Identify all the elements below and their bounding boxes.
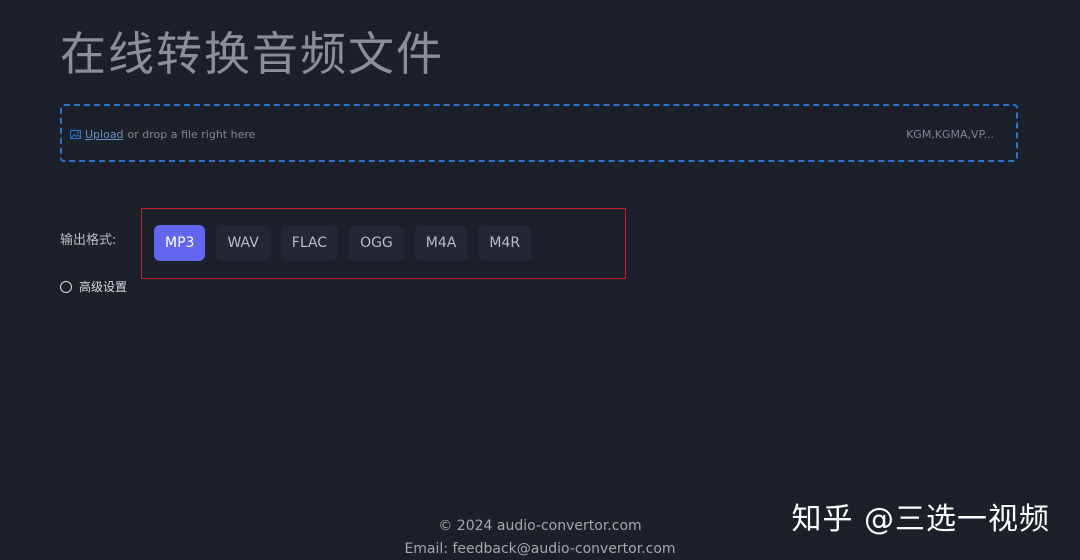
format-button-mp3[interactable]: MP3 <box>154 225 206 261</box>
supported-formats-hint: KGM,KGMA,VP... <box>906 128 994 141</box>
output-format-label: 输出格式: <box>60 233 117 248</box>
page-title: 在线转换音频文件 <box>60 27 444 81</box>
advanced-settings-toggle[interactable]: 高级设置 <box>60 278 127 295</box>
format-button-m4a[interactable]: M4A <box>414 225 468 261</box>
format-button-wav[interactable]: WAV <box>216 225 270 261</box>
drop-hint-text: or drop a file right here <box>127 128 256 141</box>
watermark: 知乎 @三选一视频 <box>791 502 1050 537</box>
radio-circle-icon[interactable] <box>60 280 72 293</box>
advanced-settings-label: 高级设置 <box>79 280 128 294</box>
drop-zone-prompt: Upload or drop a file right here <box>69 128 256 141</box>
footer-email: Email: feedback@audio-convertor.com <box>404 541 676 557</box>
file-drop-zone[interactable]: Upload or drop a file right here KGM,KGM… <box>60 104 1018 162</box>
format-button-flac[interactable]: FLAC <box>280 225 339 261</box>
format-button-ogg[interactable]: OGG <box>349 225 404 261</box>
output-format-group: MP3 WAV FLAC OGG M4A M4R <box>154 225 532 261</box>
format-button-m4r[interactable]: M4R <box>478 225 532 261</box>
upload-link[interactable]: Upload <box>85 128 124 141</box>
image-upload-icon[interactable] <box>69 129 82 141</box>
